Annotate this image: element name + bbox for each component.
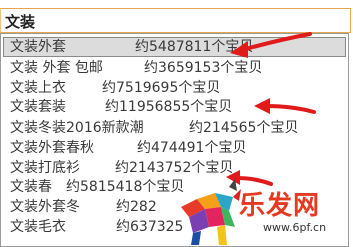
suggestion-count: 约5815418个宝贝 bbox=[66, 179, 185, 195]
search-suggest-panel: 文装外套 约5487811个宝贝 文装 外套 包邮 约3659153个宝贝 文装… bbox=[0, 0, 353, 247]
suggestion-item-7[interactable]: 文装打底衫 约2143752个宝贝 bbox=[3, 158, 346, 178]
suggestion-term: 文装外套 bbox=[10, 39, 66, 55]
suggestion-item-2[interactable]: 文装 外套 包邮 约3659153个宝贝 bbox=[3, 58, 346, 78]
suggestion-term: 文装春 bbox=[10, 179, 52, 195]
watermark-url: www.6pf.cn bbox=[263, 221, 327, 234]
search-input[interactable] bbox=[5, 10, 335, 32]
suggestion-count: 约3659153个宝贝 bbox=[144, 60, 263, 76]
watermark-logo: 乐发网 www.6pf.cn bbox=[175, 177, 353, 247]
suggestion-count: 约11956855个宝贝 bbox=[105, 99, 233, 115]
suggestion-term: 文装毛衣 bbox=[10, 219, 66, 235]
suggestion-term: 文装外套冬 bbox=[10, 199, 80, 215]
suggestion-count: 约282 bbox=[116, 199, 157, 215]
suggestion-term: 文装打底衫 bbox=[10, 160, 80, 176]
watermark-brand: 乐发网 bbox=[239, 191, 321, 221]
suggestion-count: 约474491个宝贝 bbox=[137, 140, 247, 156]
suggestion-item-1[interactable]: 文装外套 约5487811个宝贝 bbox=[3, 37, 346, 57]
goat-logo-icon bbox=[181, 179, 241, 245]
suggestion-term: 文装 外套 包邮 bbox=[10, 60, 103, 76]
suggestion-item-3[interactable]: 文装上衣 约7519695个宝贝 bbox=[3, 78, 346, 98]
suggestion-item-6[interactable]: 文装外套春秋 约474491个宝贝 bbox=[3, 138, 346, 158]
search-box[interactable] bbox=[0, 8, 351, 33]
suggestion-item-4[interactable]: 文装套装 约11956855个宝贝 bbox=[3, 97, 346, 117]
suggestion-term: 文装上衣 bbox=[10, 80, 66, 96]
suggestion-count: 约5487811个宝贝 bbox=[135, 39, 254, 55]
suggestion-term: 文装外套春秋 bbox=[10, 140, 94, 156]
suggestion-count: 约7519695个宝贝 bbox=[102, 80, 221, 96]
suggestion-count: 约214565个宝贝 bbox=[189, 120, 299, 136]
suggestion-count: 约637325 bbox=[116, 219, 184, 235]
suggestion-count: 约2143752个宝贝 bbox=[115, 160, 234, 176]
cropped-header-strip bbox=[0, 0, 353, 8]
suggestion-term: 文装冬装2016新款潮 bbox=[10, 120, 144, 136]
suggestion-item-5[interactable]: 文装冬装2016新款潮 约214565个宝贝 bbox=[3, 118, 346, 138]
suggestion-term: 文装套装 bbox=[10, 99, 66, 115]
